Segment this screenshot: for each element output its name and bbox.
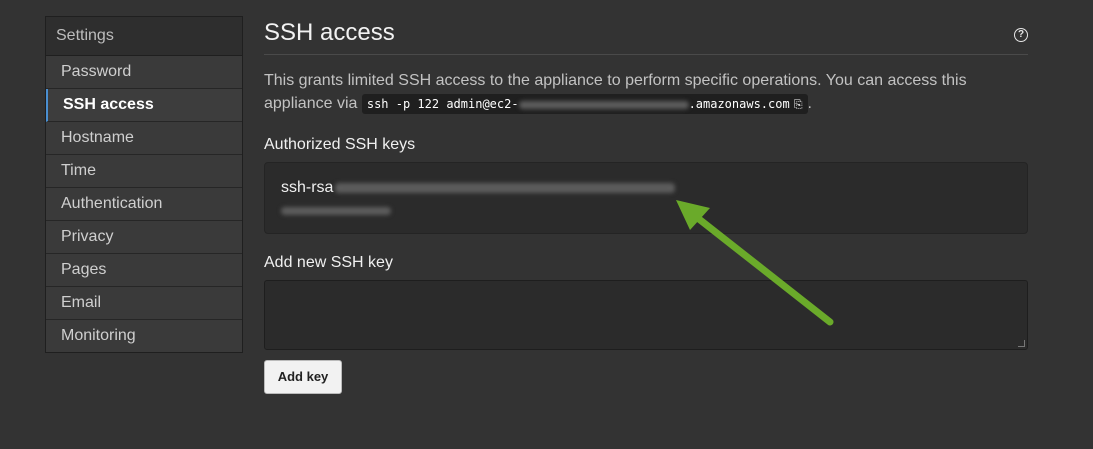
green-arrow-annotation: [676, 200, 834, 326]
sidebar-item-password[interactable]: Password: [46, 56, 242, 89]
arrow-shaft: [686, 208, 834, 326]
authorized-keys-label: Authorized SSH keys: [264, 136, 416, 153]
page-title: SSH access: [264, 16, 1028, 55]
sidebar-item-authentication[interactable]: Authentication: [46, 188, 242, 221]
sidebar-header: Settings: [46, 17, 242, 56]
add-key-label: Add new SSH key: [264, 254, 393, 271]
redacted-key-comment: [281, 207, 391, 215]
sidebar-item-privacy[interactable]: Privacy: [46, 221, 242, 254]
authorized-keys-list: ssh-rsa: [264, 162, 1028, 234]
sidebar-item-ssh-access[interactable]: SSH access: [46, 89, 242, 122]
redacted-hostname: [518, 100, 689, 109]
settings-sidebar: Settings Password SSH access Hostname Ti…: [45, 16, 243, 353]
sidebar-item-hostname[interactable]: Hostname: [46, 122, 242, 155]
description-end: .: [807, 95, 812, 112]
help-icon[interactable]: ?: [1014, 28, 1028, 42]
sidebar-item-email[interactable]: Email: [46, 287, 242, 320]
sidebar-item-time[interactable]: Time: [46, 155, 242, 188]
new-ssh-key-textarea[interactable]: [264, 280, 1028, 350]
ssh-command-prefix: ssh -p 122 admin@ec2-: [366, 97, 519, 111]
sidebar-item-pages[interactable]: Pages: [46, 254, 242, 287]
ssh-command: ssh -p 122 admin@ec2- .amazonaws.com ⎘: [361, 93, 808, 116]
description: This grants limited SSH access to the ap…: [264, 69, 1004, 116]
resize-grip-icon[interactable]: [1018, 340, 1025, 347]
redacted-key-fingerprint: [335, 183, 675, 193]
clipboard-icon[interactable]: ⎘: [794, 93, 803, 116]
add-key-button[interactable]: Add key: [264, 360, 342, 394]
ssh-command-suffix: .amazonaws.com: [688, 97, 790, 111]
ssh-key-type: ssh-rsa: [281, 179, 334, 196]
sidebar-item-monitoring[interactable]: Monitoring: [46, 320, 242, 352]
main-content: SSH access ? This grants limited SSH acc…: [264, 16, 1028, 394]
